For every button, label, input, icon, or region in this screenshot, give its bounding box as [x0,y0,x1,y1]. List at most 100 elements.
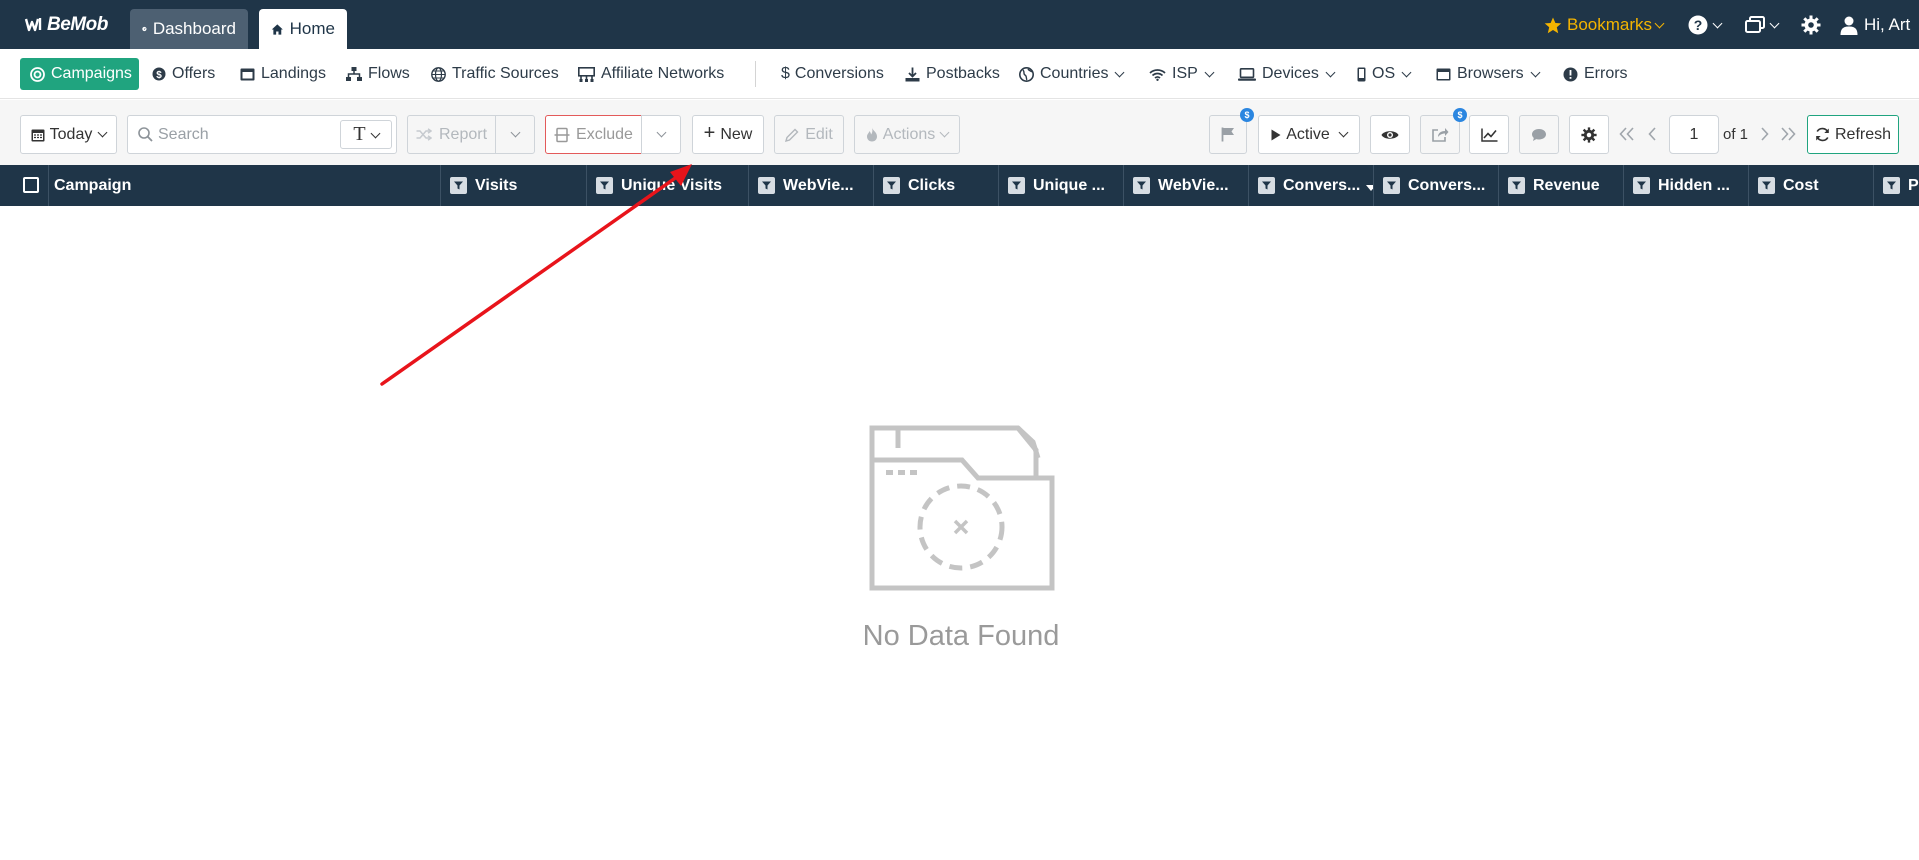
filter-icon[interactable] [1508,177,1525,194]
settings-button[interactable] [1801,12,1821,38]
exclude-dropdown-toggle[interactable] [641,115,681,154]
nav-offers-label: Offers [172,65,216,82]
nav-isp[interactable]: ISP [1149,58,1215,90]
nav-os-label: OS [1372,65,1396,82]
globe-icon [1019,66,1034,82]
flag-icon [1221,127,1234,142]
edit-button[interactable]: Edit [774,115,844,154]
first-page-icon[interactable] [1617,124,1637,144]
date-range-dropdown[interactable]: Today [20,115,117,154]
nav-os[interactable]: OS [1357,58,1412,90]
table-settings-button[interactable] [1569,115,1609,154]
page-icon [240,68,255,80]
page-number-input[interactable]: 1 [1669,115,1719,154]
chevron-down-icon [1401,67,1412,77]
comment-icon [1532,128,1546,141]
windows-menu[interactable] [1745,12,1780,38]
filter-icon[interactable] [1633,177,1650,194]
filter-icon[interactable] [1758,177,1775,194]
flag-button[interactable]: $ [1209,108,1254,154]
page-number-value: 1 [1689,125,1699,143]
exclude-icon [554,127,570,142]
filter-icon[interactable] [758,177,775,194]
nav-countries[interactable]: Countries [1019,58,1125,90]
nav-conversions[interactable]: $ Conversions [781,58,884,90]
network-icon [578,66,595,82]
last-page-icon[interactable] [1778,124,1798,144]
filter-icon[interactable] [450,177,467,194]
filter-icon[interactable] [1883,177,1900,194]
column-header-unique-visits[interactable]: Unique Visits [586,165,748,206]
user-menu[interactable]: Hi, Art [1840,12,1910,38]
entity-nav-bar: Campaigns $ Offers Landings Flows Traffi… [0,49,1919,99]
nav-landings[interactable]: Landings [240,58,326,90]
nav-campaigns[interactable]: Campaigns [20,58,139,90]
export-button[interactable]: $ [1420,108,1467,154]
copy-windows-icon [1745,16,1765,33]
filter-icon[interactable] [1008,177,1025,194]
filter-icon[interactable] [1133,177,1150,194]
filter-icon[interactable] [596,177,613,194]
column-header-visits[interactable]: Visits [440,165,586,206]
column-header-webview-2[interactable]: WebVie... [1123,165,1248,206]
search-input[interactable] [158,124,358,146]
column-header-conversions[interactable]: Convers... [1248,165,1373,206]
help-menu[interactable]: ? [1688,12,1723,38]
nav-browsers-label: Browsers [1457,65,1524,82]
status-filter-dropdown[interactable]: Active [1258,115,1360,154]
sitemap-icon [346,67,362,81]
actions-label: Actions [882,125,936,143]
report-button[interactable]: Report [407,115,496,154]
nav-postbacks[interactable]: Postbacks [905,58,1000,90]
chart-button[interactable] [1469,115,1509,154]
report-dropdown-toggle[interactable] [495,115,535,154]
search-type-dropdown[interactable]: T [340,120,392,149]
browser-icon [1436,68,1451,80]
nav-flows[interactable]: Flows [346,58,410,90]
visibility-button[interactable] [1370,115,1410,154]
new-button[interactable]: + New [692,115,764,154]
nav-postbacks-label: Postbacks [926,65,1000,82]
nav-devices[interactable]: Devices [1238,58,1336,90]
previous-page-icon[interactable] [1642,124,1662,144]
nav-traffic-sources[interactable]: Traffic Sources [431,58,559,90]
filter-icon[interactable] [883,177,900,194]
notes-button[interactable] [1519,115,1559,154]
column-header-profit[interactable]: Pr [1873,165,1919,206]
column-header-clicks[interactable]: Clicks [873,165,998,206]
refresh-button[interactable]: Refresh [1807,115,1899,154]
chevron-down-icon [656,127,666,138]
column-header-unique-clicks[interactable]: Unique ... [998,165,1123,206]
wifi-icon [1149,68,1166,81]
home-icon [271,23,283,35]
column-header-hidden[interactable]: Hidden ... [1623,165,1748,206]
bookmarks-menu[interactable]: Bookmarks [1544,12,1665,38]
column-header-conversions-2[interactable]: Convers... [1373,165,1498,206]
bemob-logo[interactable]: BeMob [24,14,108,36]
column-header-cost[interactable]: Cost [1748,165,1873,206]
next-page-icon[interactable] [1755,124,1775,144]
chevron-down-icon [510,127,520,138]
nav-offers[interactable]: $ Offers [152,58,215,90]
search-field[interactable]: T [127,115,397,154]
bemob-logo-icon [24,18,42,32]
nav-browsers[interactable]: Browsers [1436,58,1541,90]
actions-dropdown[interactable]: Actions [854,115,960,154]
nav-affiliate-networks[interactable]: Affiliate Networks [578,58,724,90]
column-header-campaign[interactable]: Campaign [48,165,440,206]
nav-errors[interactable]: Errors [1563,58,1628,90]
column-label: Clicks [908,176,956,194]
empty-folder-illustration [869,425,1055,591]
exclude-button[interactable]: Exclude [545,115,642,154]
select-all-checkbox[interactable] [23,177,39,193]
column-label: Unique Visits [621,176,723,194]
column-header-webview[interactable]: WebVie... [748,165,873,206]
nav-devices-label: Devices [1262,65,1319,82]
column-header-revenue[interactable]: Revenue [1498,165,1623,206]
filter-icon[interactable] [1383,177,1400,194]
dollar-circle-icon: $ [152,67,166,81]
column-label: WebVie... [1158,176,1229,194]
filter-icon[interactable] [1258,177,1275,194]
tab-dashboard[interactable]: Dashboard [130,9,248,49]
tab-home[interactable]: Home [259,9,347,49]
